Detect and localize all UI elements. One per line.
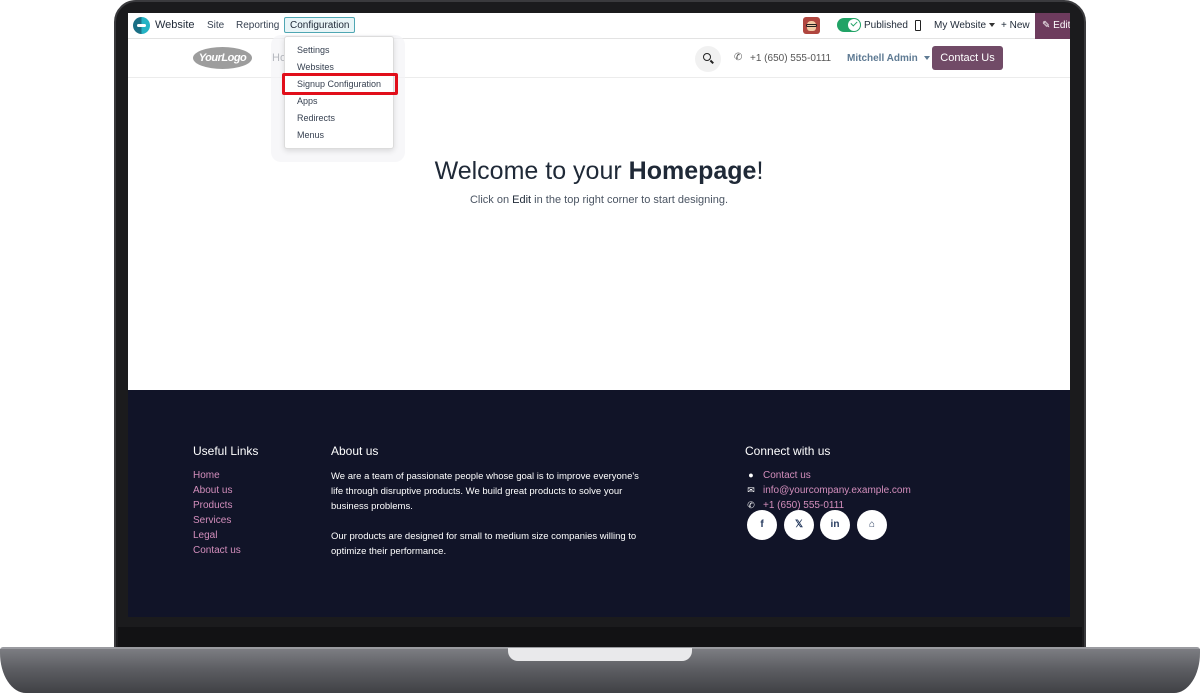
- user-menu[interactable]: Mitchell Admin: [847, 53, 930, 64]
- avatar-glasses: [806, 24, 817, 27]
- footer-link-home[interactable]: Home: [193, 470, 220, 481]
- footer-contact-link[interactable]: Contact us: [763, 470, 811, 481]
- about-line-1: We are a team of passionate people whose…: [331, 471, 639, 482]
- facebook-icon[interactable]: f: [747, 510, 777, 540]
- screen: Website Site Reporting Configuration Pub…: [128, 13, 1070, 617]
- search-button[interactable]: [695, 46, 721, 72]
- about-line-2: life through disruptive products. We bui…: [331, 486, 623, 497]
- contact-us-button[interactable]: Contact Us: [932, 46, 1003, 70]
- edit-button[interactable]: ✎ Edit: [1035, 13, 1070, 39]
- footer-link-legal[interactable]: Legal: [193, 530, 217, 541]
- dropdown-item-websites[interactable]: Websites: [297, 62, 334, 72]
- website-selector[interactable]: My Website: [934, 20, 996, 31]
- sub-prefix: Click on: [469, 194, 513, 206]
- welcome-heading: Welcome to your Homepage!: [128, 157, 1070, 186]
- check-icon: [850, 19, 858, 27]
- configuration-dropdown: Settings Websites Signup Configuration A…: [282, 36, 398, 149]
- phone-icon: ✆: [747, 500, 755, 510]
- new-button[interactable]: + New: [1001, 20, 1030, 31]
- welcome-suffix: !: [756, 157, 764, 185]
- dropdown-item-apps[interactable]: Apps: [297, 96, 318, 106]
- website-app-icon[interactable]: [133, 17, 150, 34]
- website-selector-label: My Website: [934, 20, 987, 31]
- pencil-icon: ✎: [1042, 20, 1051, 31]
- footer-link-contact[interactable]: Contact us: [193, 545, 241, 556]
- site-header: YourLogo Ho ✆ +1 (650) 555-0111 Mitchell…: [128, 39, 1070, 78]
- footer-link-services[interactable]: Services: [193, 515, 231, 526]
- linkedin-icon[interactable]: in: [820, 510, 850, 540]
- edit-label: Edit: [1053, 20, 1070, 31]
- footer-email-link[interactable]: info@yourcompany.example.com: [763, 485, 911, 496]
- laptop-notch: [508, 648, 692, 661]
- about-line-6: optimize their performance.: [331, 546, 447, 557]
- footer: Useful Links Home About us Products Serv…: [128, 390, 1070, 617]
- laptop-lid-bottom: [118, 627, 1082, 649]
- about-heading: About us: [331, 444, 379, 458]
- user-avatar[interactable]: [803, 17, 820, 34]
- sub-suffix: in the top right corner to start designi…: [531, 194, 729, 206]
- home-icon[interactable]: ⌂: [857, 510, 887, 540]
- welcome-bold: Homepage: [628, 157, 757, 185]
- published-label: Published: [864, 20, 908, 31]
- chat-icon: ●: [748, 470, 754, 480]
- about-line-3: business problems.: [331, 501, 413, 512]
- admin-navbar: Website Site Reporting Configuration Pub…: [128, 13, 1070, 39]
- site-logo[interactable]: YourLogo: [193, 47, 252, 69]
- footer-link-about[interactable]: About us: [193, 485, 232, 496]
- x-twitter-icon[interactable]: 𝕏: [784, 510, 814, 540]
- dropdown-item-redirects[interactable]: Redirects: [297, 113, 335, 123]
- connect-heading: Connect with us: [745, 444, 831, 458]
- menu-configuration[interactable]: Configuration: [284, 17, 356, 33]
- app-name[interactable]: Website: [155, 19, 195, 31]
- about-line-5: Our products are designed for small to m…: [331, 531, 637, 542]
- menu-reporting[interactable]: Reporting: [236, 20, 279, 31]
- highlight-box: [282, 73, 398, 95]
- user-name: Mitchell Admin: [847, 53, 918, 64]
- dropdown-item-settings[interactable]: Settings: [297, 45, 330, 55]
- mobile-preview-icon[interactable]: [915, 20, 921, 31]
- search-icon-handle: [710, 59, 714, 64]
- published-toggle[interactable]: [837, 18, 861, 32]
- caret-down-icon: [989, 23, 996, 28]
- phone-icon: ✆: [734, 52, 743, 63]
- sub-bold: Edit: [512, 194, 532, 206]
- menu-site[interactable]: Site: [207, 20, 224, 31]
- footer-link-products[interactable]: Products: [193, 500, 232, 511]
- envelope-icon: ✉: [747, 485, 755, 495]
- useful-links-heading: Useful Links: [193, 444, 259, 458]
- welcome-subtext: Click on Edit in the top right corner to…: [128, 194, 1070, 206]
- header-phone[interactable]: +1 (650) 555-0111: [750, 53, 831, 64]
- welcome-prefix: Welcome to your: [434, 157, 629, 185]
- caret-down-icon: [923, 56, 930, 61]
- dropdown-item-menus[interactable]: Menus: [297, 130, 324, 140]
